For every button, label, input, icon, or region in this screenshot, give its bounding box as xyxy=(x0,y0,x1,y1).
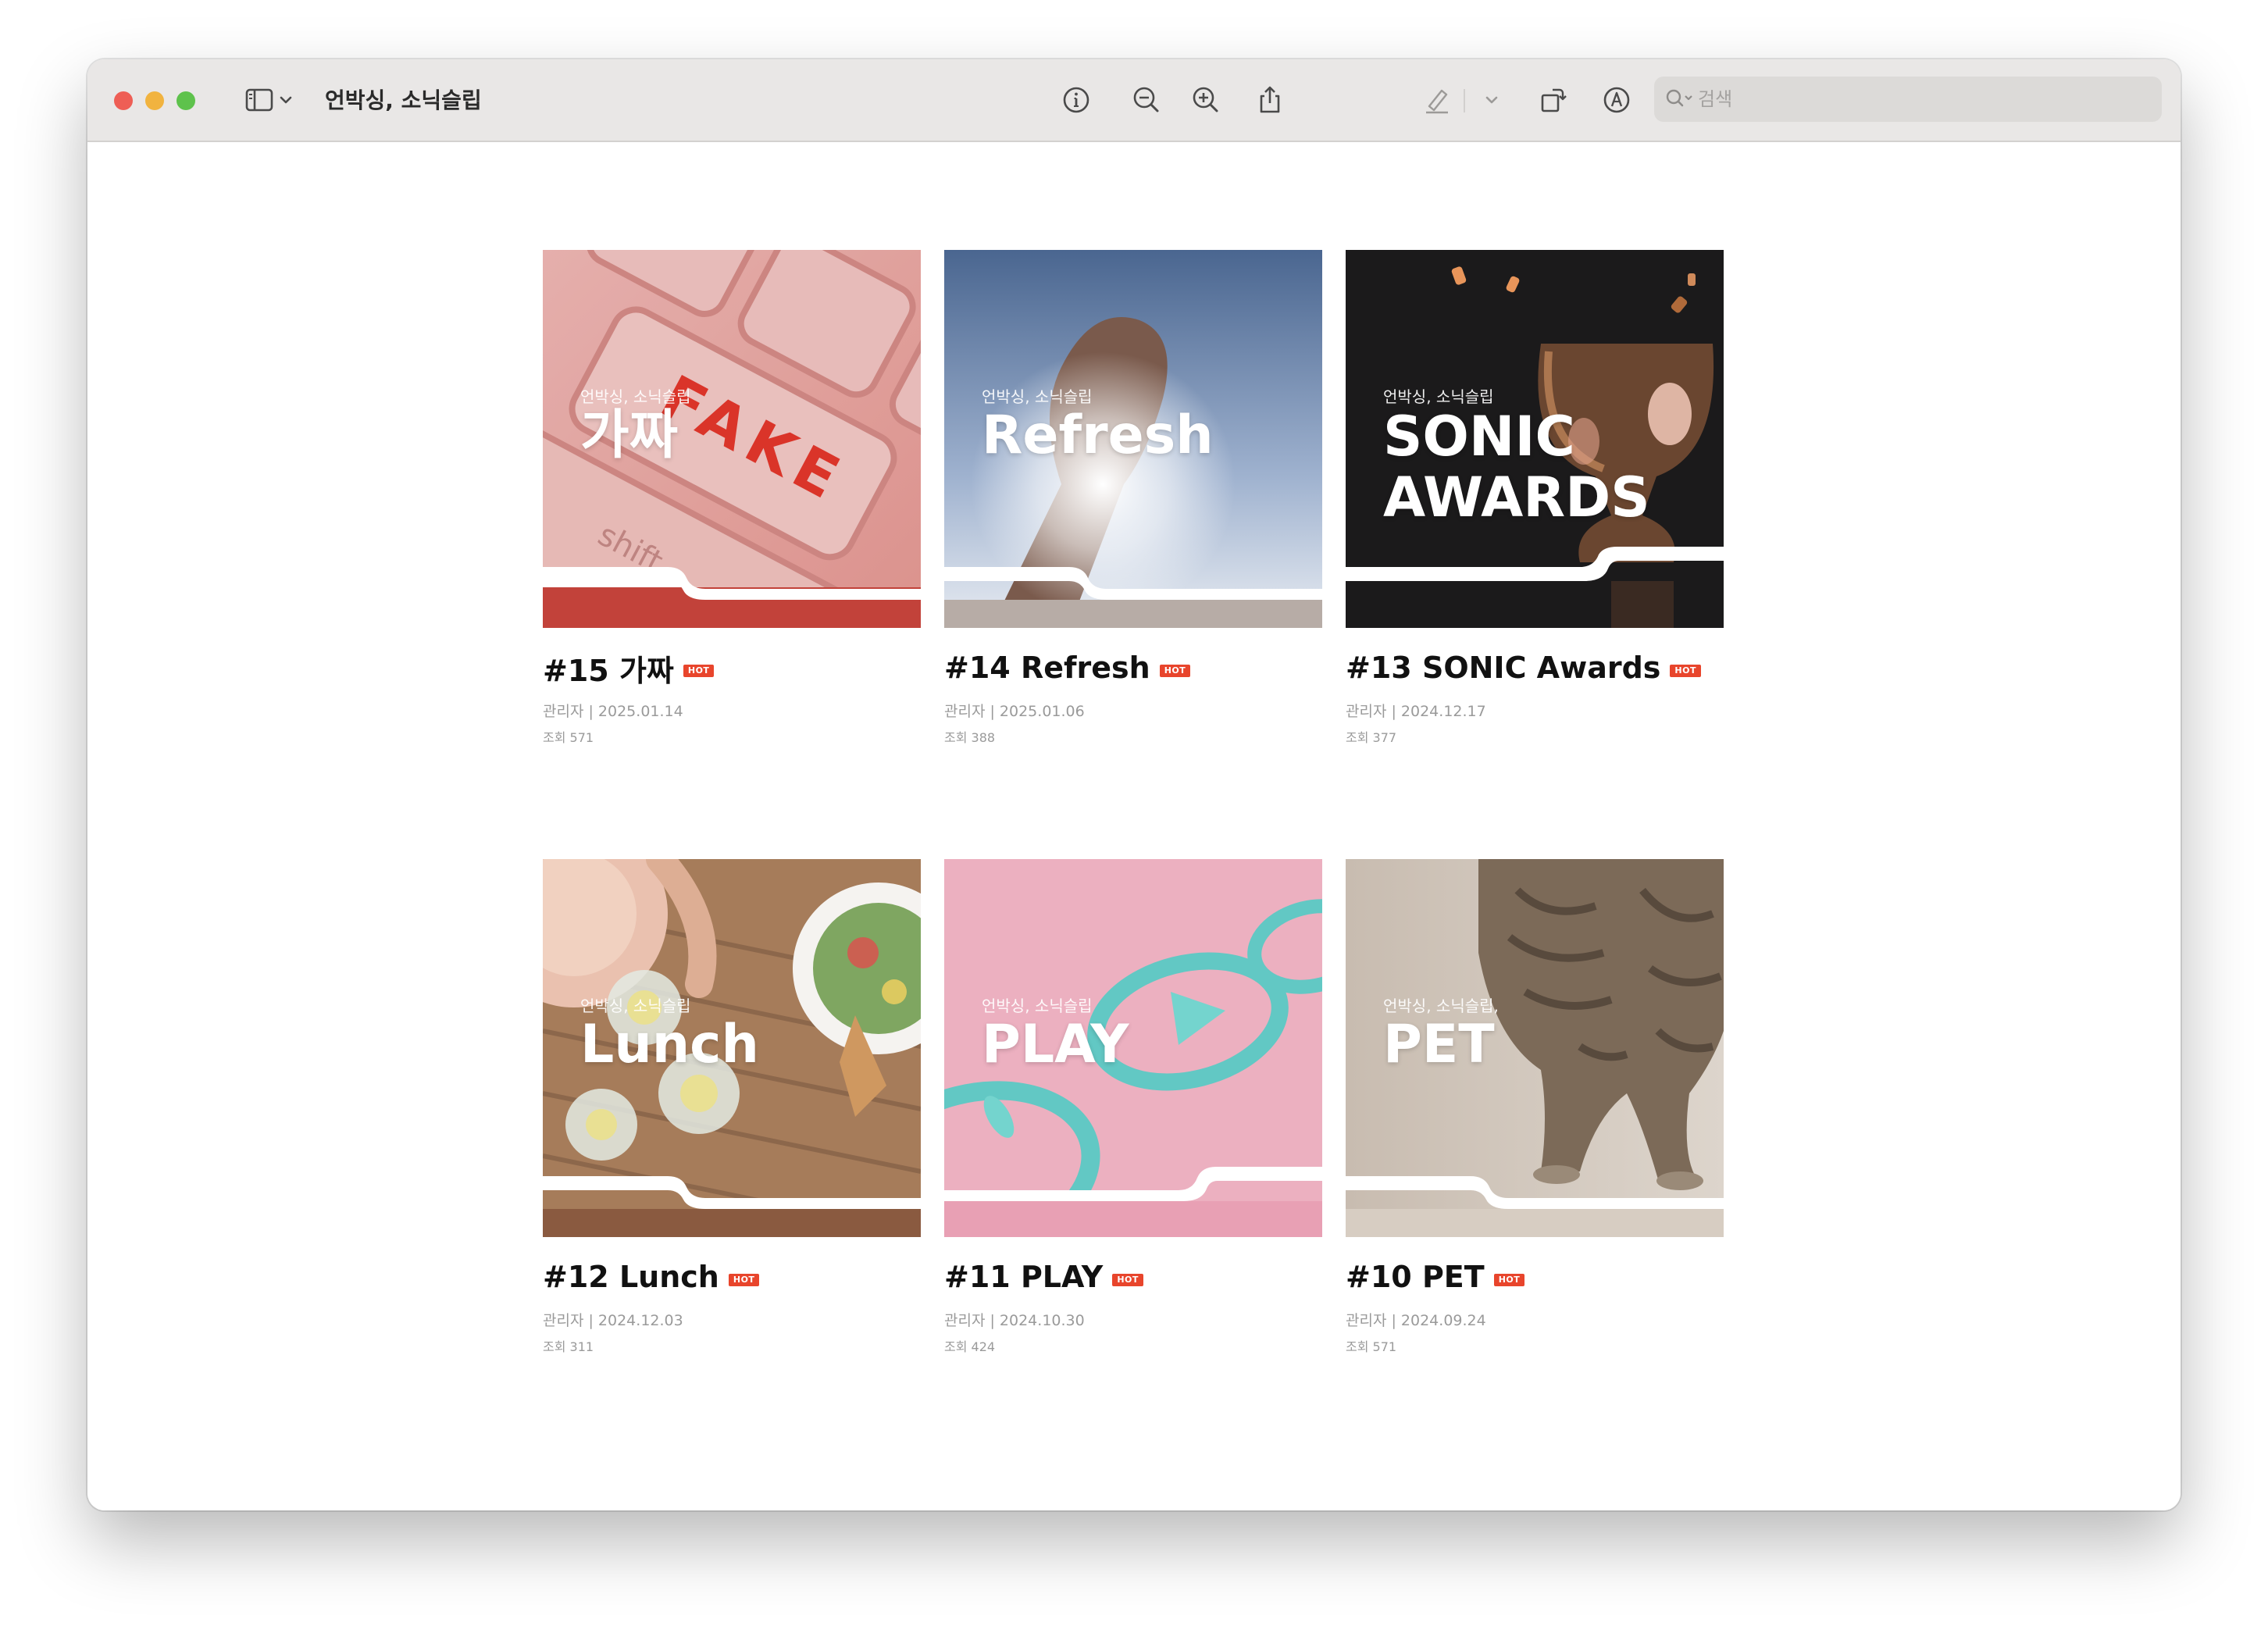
post-title[interactable]: #15 가짜 xyxy=(543,647,674,690)
thumbnail-kicker: 언박싱, 소닉슬립 xyxy=(982,997,1093,1015)
share-icon[interactable] xyxy=(1251,81,1289,119)
info-icon[interactable] xyxy=(1057,81,1095,119)
post-title-row[interactable]: #14 Refresh HOT xyxy=(944,648,1322,687)
post-meta: 관리자 | 2024.09.24 xyxy=(1346,1312,1486,1329)
preview-window: 언박싱, 소닉슬립 검색 FAKE shift 언박싱, 소닉슬립 가짜 #15… xyxy=(87,59,2181,1510)
thumbnail-kicker: 언박싱, 소닉슬립 xyxy=(580,387,691,406)
post-title-row[interactable]: #11 PLAY HOT xyxy=(944,1257,1322,1296)
title-bar: 언박싱, 소닉슬립 xyxy=(87,59,2181,142)
post-card[interactable]: 언박싱, 소닉슬립 SONIC AWARDS #13 SONIC Awards … xyxy=(1346,250,1724,746)
thumbnail-headline: PLAY xyxy=(982,1014,1129,1075)
post-thumbnail[interactable]: 언박싱, 소닉슬립 Refresh xyxy=(944,250,1322,628)
search-field[interactable] xyxy=(1654,77,2162,122)
post-title-row[interactable]: #13 SONIC Awards HOT xyxy=(1346,648,1724,687)
zoom-out-icon[interactable] xyxy=(1128,81,1165,119)
thumbnail-kicker: 언박싱, 소닉슬립, xyxy=(1383,997,1499,1015)
thumbnail-headline-line: AWARDS xyxy=(1383,465,1650,530)
thumbnail-headline: SONIC AWARDS xyxy=(1383,406,1650,528)
post-thumbnail[interactable]: 언박싱, 소닉슬립, PET xyxy=(1346,859,1724,1237)
post-views: 조회 571 xyxy=(543,730,594,745)
post-meta: 관리자 | 2025.01.14 xyxy=(543,703,683,720)
chevron-down-icon[interactable] xyxy=(1481,81,1503,119)
post-title[interactable]: #10 PET xyxy=(1346,1260,1485,1294)
search-icon xyxy=(1662,83,1696,116)
thumbnail-headline: Refresh xyxy=(982,405,1214,466)
close-window-button[interactable] xyxy=(114,91,133,110)
post-title-row[interactable]: #10 PET HOT xyxy=(1346,1257,1724,1296)
page-content: FAKE shift 언박싱, 소닉슬립 가짜 #15 가짜 HOT 관리자 |… xyxy=(87,142,2181,1510)
post-views: 조회 424 xyxy=(944,1339,996,1354)
thumbnail-headline-line: SONIC xyxy=(1383,405,1575,469)
post-card[interactable]: FAKE shift 언박싱, 소닉슬립 가짜 #15 가짜 HOT 관리자 |… xyxy=(543,250,921,746)
thumbnail-headline: PET xyxy=(1383,1014,1495,1075)
hot-badge: HOT xyxy=(1159,665,1191,677)
post-card[interactable]: 언박싱, 소닉슬립 Lunch #12 Lunch HOT 관리자 | 2024… xyxy=(543,859,921,1355)
post-views: 조회 388 xyxy=(944,730,996,745)
hot-badge: HOT xyxy=(728,1274,760,1286)
thumbnail-kicker: 언박싱, 소닉슬립 xyxy=(1383,387,1494,406)
post-meta: 관리자 | 2024.10.30 xyxy=(944,1312,1085,1329)
post-views: 조회 571 xyxy=(1346,1339,1397,1354)
zoom-in-icon[interactable] xyxy=(1187,81,1225,119)
post-title[interactable]: #12 Lunch xyxy=(543,1260,719,1294)
toolbar-divider xyxy=(1464,89,1465,112)
zoom-window-button[interactable] xyxy=(177,91,195,110)
search-input[interactable] xyxy=(1698,84,2135,115)
hot-badge: HOT xyxy=(1670,665,1701,677)
thumbnail-kicker: 언박싱, 소닉슬립 xyxy=(982,387,1093,406)
rotate-icon[interactable] xyxy=(1534,81,1571,119)
post-views: 조회 311 xyxy=(543,1339,594,1354)
sidebar-icon[interactable] xyxy=(241,81,278,119)
minimize-window-button[interactable] xyxy=(145,91,164,110)
post-meta: 관리자 | 2024.12.17 xyxy=(1346,703,1486,720)
post-card[interactable]: 언박싱, 소닉슬립 PLAY #11 PLAY HOT 관리자 | 2024.1… xyxy=(944,859,1322,1355)
post-thumbnail[interactable]: FAKE shift 언박싱, 소닉슬립 가짜 xyxy=(543,250,921,628)
thumbnail-kicker: 언박싱, 소닉슬립 xyxy=(580,997,691,1015)
post-title[interactable]: #14 Refresh xyxy=(944,651,1150,685)
hot-badge: HOT xyxy=(1493,1274,1525,1286)
post-card[interactable]: 언박싱, 소닉슬립 Refresh #14 Refresh HOT 관리자 | … xyxy=(944,250,1322,746)
post-meta: 관리자 | 2025.01.06 xyxy=(944,703,1085,720)
post-title[interactable]: #11 PLAY xyxy=(944,1260,1103,1294)
post-title-row[interactable]: #12 Lunch HOT xyxy=(543,1257,921,1296)
post-views: 조회 377 xyxy=(1346,730,1397,745)
post-thumbnail[interactable]: 언박싱, 소닉슬립 Lunch xyxy=(543,859,921,1237)
hot-badge: HOT xyxy=(1112,1274,1143,1286)
post-thumbnail[interactable]: 언박싱, 소닉슬립 SONIC AWARDS xyxy=(1346,250,1724,628)
post-title[interactable]: #13 SONIC Awards xyxy=(1346,651,1660,685)
thumbnail-headline: 가짜 xyxy=(580,405,679,466)
window-title: 언박싱, 소닉슬립 xyxy=(325,87,482,113)
post-title-row[interactable]: #15 가짜 HOT xyxy=(543,647,921,690)
post-meta: 관리자 | 2024.12.03 xyxy=(543,1312,683,1329)
chevron-down-icon[interactable] xyxy=(275,81,297,119)
highlighter-icon[interactable] xyxy=(1418,81,1456,119)
hot-badge: HOT xyxy=(683,665,715,677)
thumbnail-headline: Lunch xyxy=(580,1014,759,1075)
post-thumbnail[interactable]: 언박싱, 소닉슬립 PLAY xyxy=(944,859,1322,1237)
post-card[interactable]: 언박싱, 소닉슬립, PET #10 PET HOT 관리자 | 2024.09… xyxy=(1346,859,1724,1355)
markup-icon[interactable] xyxy=(1598,81,1635,119)
